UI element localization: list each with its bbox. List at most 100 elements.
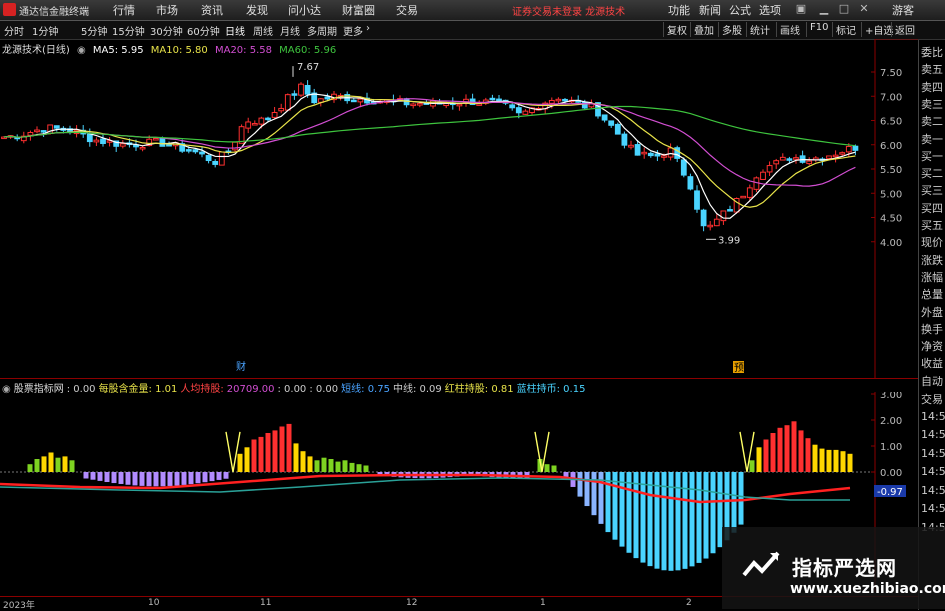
candle [746,187,753,198]
histogram-bar [251,439,257,472]
histogram-bar [551,465,557,472]
quote-side-panel: 委比 卖五 卖四 卖三 卖二 卖一 买一 买二 买三 买四 买五 现价 涨跌 涨幅 总量 外盘 换手 净资 收益 自动… [918,40,945,610]
histogram-bar [216,472,222,480]
side-panel-label: 自动 [921,374,943,388]
candle [694,190,700,210]
candle [773,160,780,165]
close-icon[interactable]: ✕ [858,2,870,16]
indicator-tick-label: 0.00 [880,468,902,479]
tab-fenshi[interactable]: 分时 [4,23,24,38]
current-value-label: -0.97 [877,487,903,498]
menu-zixun[interactable]: 资讯 [201,2,223,18]
histogram-bar [41,456,47,472]
candle [647,152,654,157]
function-button[interactable]: 功能 [668,2,690,18]
tab-monthly[interactable]: 月线 [280,23,300,38]
settings-icon[interactable]: ◉ [77,45,86,56]
candle [304,84,311,95]
histogram-bar [258,436,264,472]
ma10-label: MA10: 5.80 [150,45,208,56]
tab-30min[interactable]: 30分钟 [150,23,183,38]
multi-stock-button[interactable]: 多股 [718,22,742,37]
watermark: 指标严选网 www.xuezhibiao.com [722,527,945,609]
histogram-bar [118,472,124,484]
side-panel-label: 14:55 [921,409,945,423]
side-panel-label: 卖三 [921,97,943,111]
add-watchlist-button[interactable]: +自选 [861,22,893,37]
histogram-bar [812,444,818,472]
menu-jiaoyi[interactable]: 交易 [396,2,418,18]
candle [232,141,238,151]
histogram-bar [731,472,737,533]
candle [608,120,615,126]
side-panel-label: 卖二 [921,115,943,129]
tab-1min[interactable]: 1分钟 [32,23,58,38]
watermark-logo [742,551,780,577]
date-label: 11 [260,598,272,608]
maximize-icon[interactable]: □ [838,2,850,16]
histogram-bar [805,438,811,472]
login-notice[interactable]: 证券交易未登录 龙源技术 [512,3,625,18]
candle [476,103,483,106]
candle [159,137,166,147]
histogram-bar [69,460,75,472]
tab-15min[interactable]: 15分钟 [112,23,145,38]
candle [212,161,219,165]
chevron-right-icon[interactable]: › [366,23,370,34]
histogram-bar [619,472,625,547]
menu-caifuquan[interactable]: 财富圈 [342,2,375,18]
histogram-bar [356,464,362,472]
histogram-bar [703,472,709,559]
histogram-bar [104,472,110,483]
candle [760,171,766,180]
tab-daily[interactable]: 日线 [225,23,245,38]
menu-wenxiaoda[interactable]: 问小达 [288,2,321,18]
back-button[interactable]: 返回 [891,22,915,37]
candle [443,103,450,107]
candle [271,111,278,118]
guest-user[interactable]: 游客 [892,2,914,18]
draw-line-button[interactable]: 画线 [776,22,800,37]
candle [727,209,733,212]
histogram-bar [223,472,229,479]
fuquan-button[interactable]: 复权 [663,22,687,37]
histogram-bar [770,433,776,472]
tab-weekly[interactable]: 周线 [253,23,273,38]
skin-icon[interactable]: ▣ [795,2,807,16]
f10-button[interactable]: F10 [806,22,828,37]
menu-hangqing[interactable]: 行情 [113,2,135,18]
tab-multi-period[interactable]: 多周期 [307,23,337,38]
tab-60min[interactable]: 60分钟 [187,23,220,38]
mark-button[interactable]: 标记 [832,22,856,37]
overlay-button[interactable]: 叠加 [690,22,714,37]
formula-button[interactable]: 公式 [729,2,751,18]
options-button[interactable]: 选项 [759,2,781,18]
news-button[interactable]: 新闻 [699,2,721,18]
candle [357,98,364,103]
candlestick-chart[interactable]: 7.50 7.00 6.50 6.00 5.50 5.00 4.50 4.00 7.67 3.99… [0,39,945,379]
histogram-bar [279,426,285,472]
side-panel-label: 买五 [921,219,943,232]
indicator-tick-label: 1.00 [880,442,902,453]
candle [522,110,529,115]
tab-5min[interactable]: 5分钟 [81,23,107,38]
candle [139,146,146,150]
histogram-bar [840,451,846,472]
candle [509,104,516,109]
candle [100,138,106,145]
candle [614,123,621,135]
stats-button[interactable]: 统计 [746,22,770,37]
tab-more[interactable]: 更多 [343,23,363,38]
app-title: 通达信金融终端 [19,7,89,18]
candle [119,143,126,147]
side-panel-label: 卖一 [921,132,943,146]
menu-faxian[interactable]: 发现 [246,2,268,18]
histogram-bar [756,447,762,472]
candle [166,144,172,147]
minimize-icon[interactable]: ▁ [818,2,830,16]
menu-shichang[interactable]: 市场 [156,2,178,18]
histogram-bar [195,472,201,484]
histogram-bar [321,457,327,472]
date-label: 10 [148,598,160,608]
candle [555,98,562,102]
